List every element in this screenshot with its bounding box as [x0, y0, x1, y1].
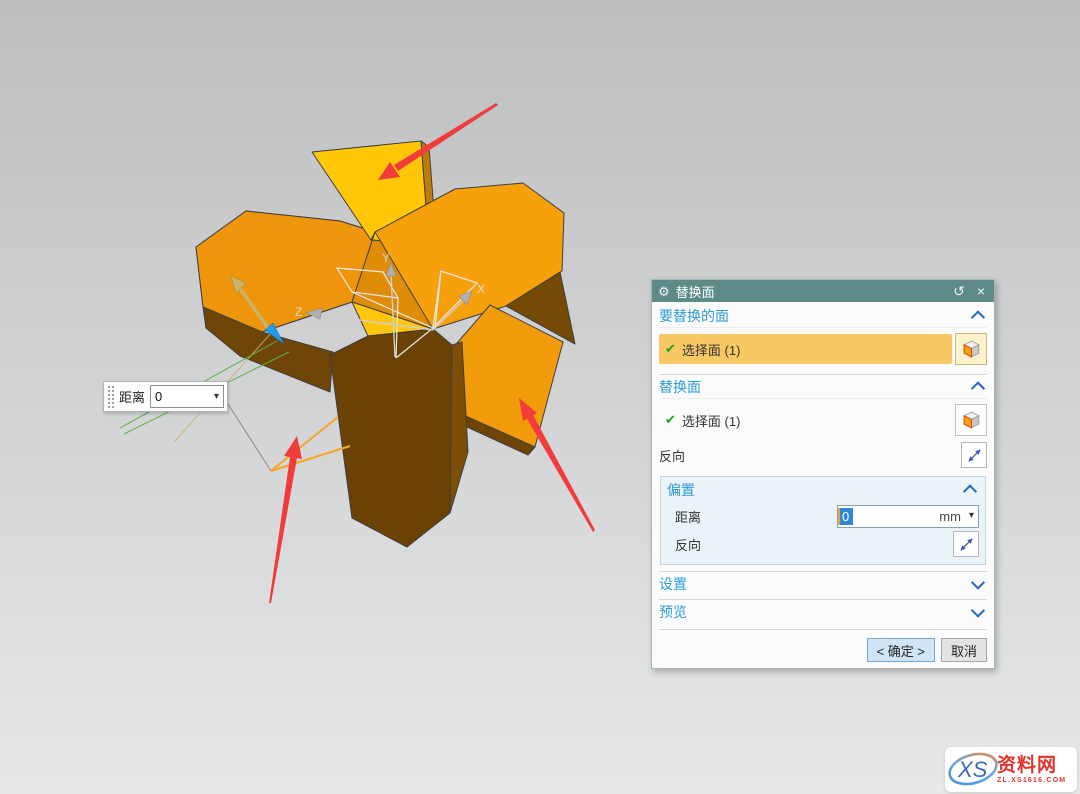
section-preview-header[interactable]: 预览 [659, 599, 987, 623]
watermark-logo: XS 资料网 ZL.XS1616.COM [945, 747, 1077, 792]
offset-group: 偏置 距离 0 mm ▾ 反向 [660, 476, 986, 565]
chevron-up-icon [971, 381, 985, 395]
floating-distance-value[interactable]: 0 [155, 389, 214, 404]
dialog-body: 要替换的面 ✔ 选择面 (1) 替换面 [652, 302, 994, 668]
red-arrowhead-bottom [284, 436, 302, 459]
section-replacement-face-header[interactable]: 替换面 [659, 376, 987, 399]
section-title: 替换面 [659, 377, 701, 397]
reverse-label: 反向 [659, 446, 685, 465]
model-cross-solid[interactable] [196, 141, 575, 547]
cancel-button[interactable]: 取消 [941, 638, 987, 662]
reverse-direction-icon [958, 536, 975, 553]
dialog-titlebar[interactable]: ⚙ 替换面 ↺ × [652, 280, 994, 302]
close-icon[interactable]: × [974, 284, 988, 298]
red-arrow-right [527, 415, 595, 532]
dialog-title: 替换面 [676, 282, 944, 301]
floating-distance-input[interactable]: 0 ▾ [150, 385, 224, 408]
z-axis-label: Z [295, 305, 302, 319]
distance-value-selected[interactable]: 0 [838, 508, 853, 525]
x-axis-label: X [477, 282, 485, 296]
distance-label: 距离 [675, 507, 701, 526]
floating-distance-box[interactable]: 距离 0 ▾ [103, 381, 228, 412]
watermark-site-url: ZL.XS1616.COM [997, 777, 1066, 784]
drag-handle[interactable] [106, 384, 115, 409]
select-face-label: 选择面 (1) [682, 340, 741, 359]
distance-input[interactable]: 0 mm ▾ [837, 505, 979, 528]
gear-icon: ⚙ [658, 285, 670, 298]
section-title: 预览 [659, 602, 687, 622]
reverse-label: 反向 [675, 535, 701, 554]
unit-label: mm [939, 509, 961, 524]
dialog-footer: < 确定 > 取消 [659, 629, 987, 662]
select-face-row[interactable]: ✔ 选择面 (1) [659, 405, 952, 435]
y-axis-label: Y [382, 251, 390, 265]
offset-header[interactable]: 偏置 [667, 477, 979, 502]
model-face-bottom-arm-front[interactable] [330, 329, 452, 547]
cube-face-icon [961, 339, 982, 360]
section-faces-to-replace-header[interactable]: 要替换的面 [659, 305, 987, 328]
cube-face-icon [961, 410, 982, 431]
watermark-site-name: 资料网 [997, 756, 1066, 775]
section-title: 设置 [659, 574, 687, 594]
watermark-ellipse-icon: XS [945, 747, 1001, 792]
offset-title: 偏置 [667, 480, 695, 500]
red-arrow-top [394, 103, 498, 171]
section-settings-header[interactable]: 设置 [659, 571, 987, 595]
reverse-direction-row: 反向 [659, 442, 987, 468]
select-face-row-active[interactable]: ✔ 选择面 (1) [659, 334, 952, 364]
cad-viewport[interactable]: Z X Y [0, 0, 1080, 794]
chevron-down-icon [971, 575, 985, 589]
face-filter-button[interactable] [955, 333, 987, 365]
distance-row: 距离 0 mm ▾ [667, 502, 979, 530]
faces-to-replace-row: ✔ 选择面 (1) [659, 333, 987, 365]
ok-button[interactable]: < 确定 > [867, 638, 935, 662]
replace-face-dialog[interactable]: ⚙ 替换面 ↺ × 要替换的面 ✔ 选择面 (1) [651, 279, 995, 669]
reset-icon[interactable]: ↺ [950, 284, 968, 298]
chevron-up-icon [963, 484, 977, 498]
offset-reverse-row: 反向 [667, 530, 979, 558]
floating-distance-label: 距离 [116, 387, 150, 406]
red-arrow-bottom [269, 457, 297, 603]
watermark-logo-text: XS [957, 757, 988, 782]
reverse-direction-button[interactable] [961, 442, 987, 468]
select-face-label: 选择面 (1) [682, 411, 741, 430]
section-title: 要替换的面 [659, 306, 729, 326]
chevron-up-icon [971, 310, 985, 324]
check-icon: ✔ [665, 341, 676, 357]
reverse-direction-icon [966, 447, 983, 464]
face-filter-button[interactable] [955, 404, 987, 436]
replacement-face-row: ✔ 选择面 (1) [659, 404, 987, 436]
dropdown-arrow-icon[interactable]: ▾ [969, 511, 974, 521]
model-face-left-arm-top[interactable] [196, 211, 375, 332]
chevron-down-icon [971, 603, 985, 617]
check-icon: ✔ [665, 412, 676, 428]
reverse-direction-button[interactable] [953, 531, 979, 557]
dropdown-arrow-icon[interactable]: ▾ [214, 392, 219, 402]
